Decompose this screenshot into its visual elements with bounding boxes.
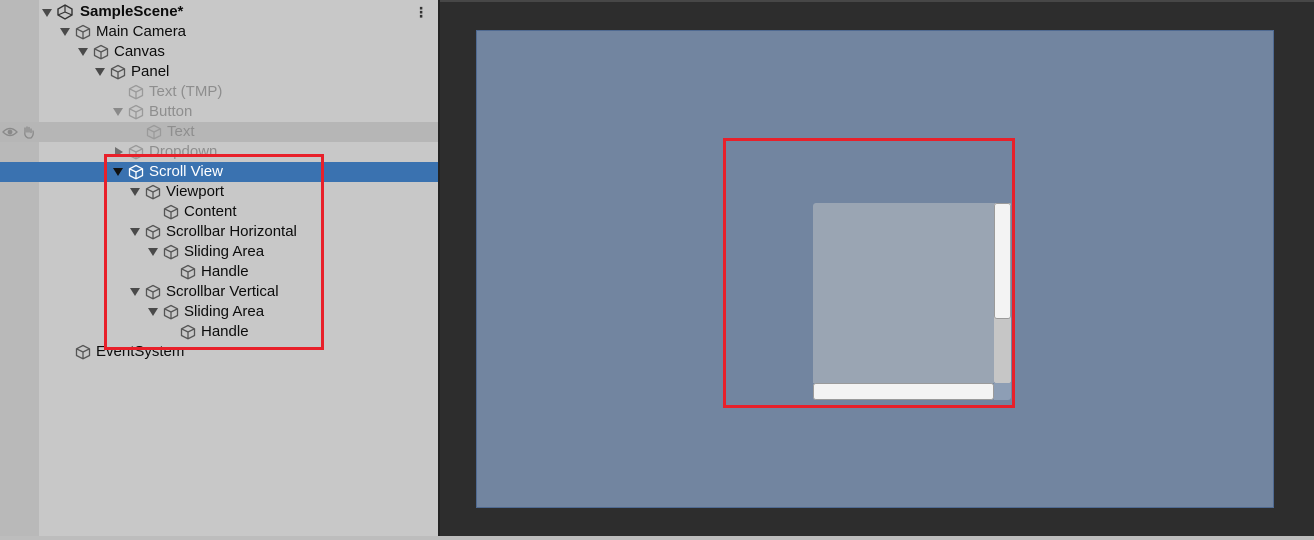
hierarchy-item-button[interactable]: Button <box>0 102 438 122</box>
hierarchy-item-text-tmp[interactable]: Text (TMP) <box>0 82 438 102</box>
hierarchy-item-label: Text <box>167 123 195 140</box>
expand-arrow-icon[interactable] <box>113 108 123 116</box>
visibility-eye-icon[interactable] <box>2 125 18 139</box>
scene-row[interactable]: SampleScene* ⋮ <box>0 1 438 23</box>
gameobject-cube-icon <box>110 64 126 80</box>
gameobject-cube-icon <box>128 84 144 100</box>
expand-arrow-icon[interactable] <box>95 68 105 76</box>
highlight-box-hierarchy <box>104 154 324 350</box>
expand-arrow-icon[interactable] <box>42 9 52 17</box>
hierarchy-item-main-camera[interactable]: Main Camera <box>0 22 438 42</box>
gameobject-cube-icon <box>75 24 91 40</box>
hierarchy-item-panel[interactable]: Panel <box>0 62 438 82</box>
gameobject-cube-icon <box>146 124 162 140</box>
highlight-box-scroll-view <box>723 138 1015 408</box>
gameobject-cube-icon <box>75 344 91 360</box>
hierarchy-item-label: Panel <box>131 63 170 80</box>
game-view-top-edge <box>440 0 1314 2</box>
expand-arrow-icon[interactable] <box>60 28 70 36</box>
pickable-hand-icon[interactable] <box>22 125 36 139</box>
gameobject-cube-icon <box>128 104 144 120</box>
kebab-menu-icon[interactable]: ⋮ <box>412 3 430 21</box>
unity-scene-icon <box>57 4 73 20</box>
hierarchy-item-label: Main Camera <box>96 23 187 40</box>
hierarchy-item-label: Button <box>149 103 193 120</box>
scene-name: SampleScene* <box>80 3 184 20</box>
bottom-strip <box>0 536 1314 540</box>
hierarchy-item-label: Text (TMP) <box>149 83 223 100</box>
hierarchy-item-text[interactable]: Text <box>0 122 438 142</box>
gameobject-cube-icon <box>93 44 109 60</box>
hierarchy-item-canvas[interactable]: Canvas <box>0 42 438 62</box>
hierarchy-item-label: Canvas <box>114 43 165 60</box>
expand-arrow-icon[interactable] <box>78 48 88 56</box>
